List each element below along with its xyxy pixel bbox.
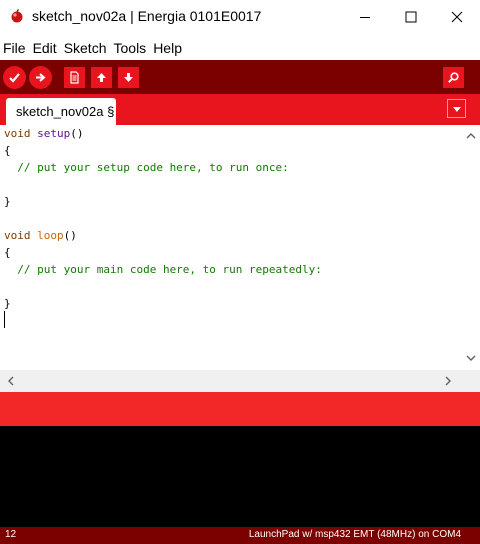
chevron-left-icon (7, 376, 13, 386)
code-line-7: void loop() (4, 229, 77, 242)
serial-monitor-button[interactable] (443, 67, 464, 88)
upload-icon (36, 73, 46, 82)
verify-icon (9, 73, 20, 83)
code-line-2: { (4, 144, 11, 157)
energia-app-icon (11, 9, 23, 23)
serial-monitor-icon (448, 72, 459, 83)
horizontal-scrollbar[interactable] (0, 370, 480, 392)
save-icon (124, 73, 133, 82)
close-icon (451, 11, 463, 23)
tab-bar: sketch_nov02a § (0, 94, 480, 125)
new-sketch-button[interactable] (64, 67, 85, 88)
upload-button[interactable] (29, 66, 52, 89)
window-title: sketch_nov02a | Energia 0101E0017 (32, 8, 262, 24)
new-icon (70, 71, 79, 84)
menu-file[interactable]: File (1, 40, 28, 56)
maximize-icon (405, 11, 417, 23)
save-sketch-button[interactable] (118, 67, 139, 88)
tab-menu-icon (452, 106, 461, 112)
title-bar: sketch_nov02a | Energia 0101E0017 (0, 0, 480, 34)
chevron-up-icon (466, 132, 475, 138)
vertical-scrollbar[interactable] (461, 125, 480, 370)
code-editor[interactable]: void setup() { // put your setup code he… (0, 125, 461, 370)
menu-help[interactable]: Help (151, 40, 184, 56)
chevron-right-icon (445, 376, 451, 386)
scroll-right-button[interactable] (440, 373, 456, 389)
menu-edit[interactable]: Edit (31, 40, 59, 56)
text-caret (4, 311, 5, 328)
code-line-3: // put your setup code here, to run once… (4, 161, 289, 174)
minimize-icon (360, 17, 370, 18)
chevron-down-icon (466, 355, 475, 361)
scroll-down-button[interactable] (461, 351, 480, 365)
open-icon (97, 73, 106, 82)
maximize-button[interactable] (388, 0, 434, 34)
verify-button[interactable] (3, 66, 26, 89)
status-bar: 12 LaunchPad w/ msp432 EMT (48MHz) on CO… (0, 527, 480, 544)
scroll-up-button[interactable] (461, 128, 480, 142)
tab-sketch[interactable]: sketch_nov02a § (6, 98, 116, 125)
console-output[interactable] (0, 426, 480, 527)
tab-label: sketch_nov02a § (16, 104, 115, 119)
status-board-port: LaunchPad w/ msp432 EMT (48MHz) on COM4 (248, 529, 461, 540)
open-sketch-button[interactable] (91, 67, 112, 88)
code-line-8: { (4, 246, 11, 259)
tab-menu-button[interactable] (447, 99, 466, 118)
message-bar (0, 392, 480, 426)
status-line-number: 12 (5, 529, 17, 540)
scroll-left-button[interactable] (2, 373, 18, 389)
code-line-5: } (4, 195, 11, 208)
menu-bar: File Edit Sketch Tools Help (0, 38, 480, 58)
code-line-1: void setup() (4, 127, 84, 140)
code-line-11: } (4, 297, 11, 310)
menu-sketch[interactable]: Sketch (62, 40, 109, 56)
toolbar (0, 60, 480, 94)
close-button[interactable] (434, 0, 480, 34)
menu-tools[interactable]: Tools (112, 40, 149, 56)
code-line-9: // put your main code here, to run repea… (4, 263, 322, 276)
minimize-button[interactable] (342, 0, 388, 34)
